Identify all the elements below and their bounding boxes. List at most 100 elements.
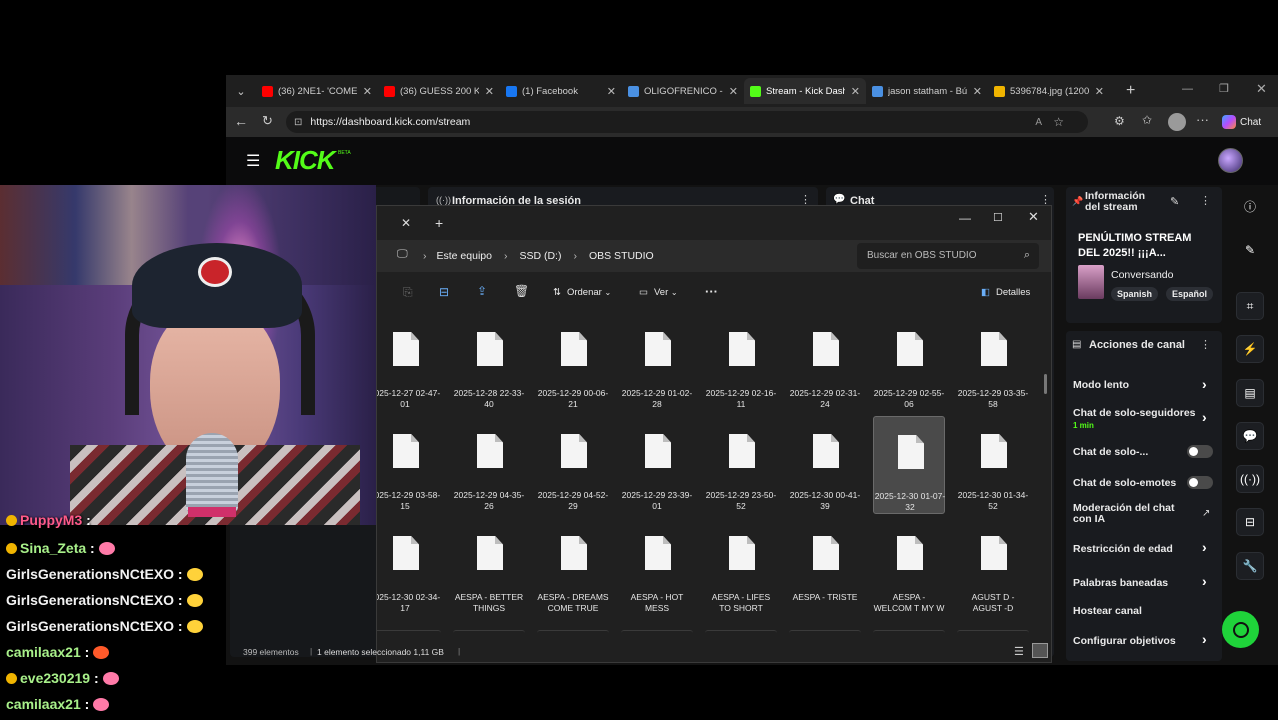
chat-username[interactable]: GirlsGenerationsNCtEXO xyxy=(6,618,174,634)
kick-logo[interactable]: KICK xyxy=(275,145,336,176)
file-item[interactable]: 2025-12-29 01-02-28 xyxy=(621,314,693,412)
back-icon[interactable]: ← xyxy=(234,113,248,129)
extensions-icon[interactable]: ⚙ xyxy=(1114,114,1125,128)
close-tab-icon[interactable]: ✕ xyxy=(973,85,982,98)
file-item[interactable]: 2025-12-29 23-50-52 xyxy=(705,416,777,514)
file-item[interactable] xyxy=(789,630,861,640)
chevron-right-icon[interactable]: › xyxy=(1202,573,1207,589)
browser-tab[interactable]: 5396784.jpg (1200 ✕ xyxy=(988,78,1110,104)
screenshot-icon[interactable]: ⌗ xyxy=(1236,292,1264,320)
reload-icon[interactable]: ↻ xyxy=(262,113,273,129)
minimize-button[interactable]: — xyxy=(1182,83,1193,95)
restore-button[interactable]: ❐ xyxy=(1219,82,1229,95)
hamburger-menu-icon[interactable]: ☰ xyxy=(246,151,260,171)
chat-username[interactable]: camilaax21 xyxy=(6,644,81,660)
subscribers-only-toggle[interactable] xyxy=(1187,445,1213,458)
breadcrumb-this-pc[interactable]: Este equipo xyxy=(437,250,492,262)
file-item[interactable]: 2025-12-27 02-47-01 xyxy=(377,314,441,412)
breadcrumb-obs-studio[interactable]: OBS STUDIO xyxy=(589,250,654,262)
support-chat-button[interactable] xyxy=(1222,611,1259,648)
chat-username[interactable]: PuppyM3 xyxy=(20,512,82,528)
explorer-close-button[interactable]: ✕ xyxy=(1028,209,1039,225)
more-options-button[interactable]: ··· xyxy=(705,284,718,299)
action-set-goals[interactable]: Configurar objetivos xyxy=(1073,635,1176,647)
action-age-restriction[interactable]: Restricción de edad xyxy=(1073,543,1173,555)
close-tab-icon[interactable]: ✕ xyxy=(1095,85,1104,98)
file-item[interactable]: AESPA - BETTER THINGS xyxy=(453,518,525,616)
explorer-search-box[interactable]: Buscar en OBS STUDIO ⌕ xyxy=(857,243,1039,269)
close-tab-icon[interactable]: ✕ xyxy=(363,85,372,98)
file-item[interactable]: 2025-12-29 04-35-26 xyxy=(453,416,525,514)
file-item[interactable] xyxy=(377,630,441,640)
favorite-star-icon[interactable]: ☆ xyxy=(1053,115,1064,129)
action-banned-words[interactable]: Palabras baneadas xyxy=(1073,577,1168,589)
category-name[interactable]: Conversando xyxy=(1111,269,1173,281)
file-item[interactable]: AESPA - DREAMS COME TRUE xyxy=(537,518,609,616)
close-tab-icon[interactable]: ✕ xyxy=(401,216,411,230)
site-info-icon[interactable]: ⊡ xyxy=(294,117,302,128)
add-tab-icon[interactable]: + xyxy=(435,215,443,231)
file-item[interactable] xyxy=(621,630,693,640)
file-item[interactable]: 2025-12-29 02-55-06 xyxy=(873,314,945,412)
action-ai-moderation[interactable]: Moderación del chat con IA xyxy=(1073,503,1189,525)
action-host-channel[interactable]: Hostear canal xyxy=(1073,605,1142,617)
file-item[interactable]: AESPA - HOT MESS xyxy=(621,518,693,616)
close-tab-icon[interactable]: ✕ xyxy=(729,85,738,98)
tab-list-chevron-icon[interactable]: ⌄ xyxy=(226,85,256,98)
file-item[interactable]: 2025-12-29 23-39-01 xyxy=(621,416,693,514)
file-item[interactable]: AESPA - TRISTE xyxy=(789,518,861,616)
file-item[interactable]: AESPA - LIFES TO SHORT xyxy=(705,518,777,616)
chat-username[interactable]: camilaax21 xyxy=(6,696,81,712)
new-tab-button[interactable]: + xyxy=(1126,82,1135,100)
browser-tab[interactable]: Stream - Kick Dash ✕ xyxy=(744,78,866,104)
chat-username[interactable]: eve230219 xyxy=(20,670,90,686)
chat-icon[interactable]: 💬 xyxy=(1236,422,1264,450)
file-item[interactable]: 2025-12-30 01-07-32 xyxy=(873,416,945,514)
user-avatar[interactable] xyxy=(1218,148,1243,173)
copilot-button[interactable]: Chat xyxy=(1222,112,1261,132)
tag-spanish[interactable]: Spanish xyxy=(1111,287,1159,301)
profile-avatar[interactable] xyxy=(1168,113,1186,131)
paste-icon[interactable]: ⎘ xyxy=(403,285,413,300)
browser-tab[interactable]: (1) Facebook ✕ xyxy=(500,78,622,104)
external-link-icon[interactable]: ↗ xyxy=(1202,508,1210,519)
details-button[interactable]: ◧ Detalles xyxy=(981,287,1030,298)
file-item[interactable]: 2025-12-29 02-16-11 xyxy=(705,314,777,412)
read-aloud-icon[interactable]: A xyxy=(1035,117,1042,128)
file-item[interactable]: 2025-12-29 00-06-21 xyxy=(537,314,609,412)
close-tab-icon[interactable]: ✕ xyxy=(485,85,494,98)
file-item[interactable]: 2025-12-29 03-58-15 xyxy=(377,416,441,514)
file-item[interactable]: 2025-12-29 04-52-29 xyxy=(537,416,609,514)
breadcrumb-ssd[interactable]: SSD (D:) xyxy=(519,250,561,262)
file-item[interactable] xyxy=(873,630,945,640)
close-tab-icon[interactable]: ✕ xyxy=(607,85,616,98)
info-icon[interactable]: ⓘ xyxy=(1236,192,1264,220)
emotes-only-toggle[interactable] xyxy=(1187,476,1213,489)
channel-actions-menu-icon[interactable]: ⋮ xyxy=(1200,338,1211,351)
file-item[interactable]: AESPA - WELCOM T MY W xyxy=(873,518,945,616)
sort-button[interactable]: ⇅ Ordenar ⌄ xyxy=(553,287,611,298)
file-item[interactable]: 2025-12-28 22-33-40 xyxy=(453,314,525,412)
action-followers-only[interactable]: Chat de solo-seguidores xyxy=(1073,407,1196,419)
favorites-icon[interactable]: ✩ xyxy=(1142,113,1152,127)
file-item[interactable]: 2025-12-29 03-35-58 xyxy=(957,314,1029,412)
browser-tab[interactable]: jason statham - Bú ✕ xyxy=(866,78,988,104)
close-tab-icon[interactable]: ✕ xyxy=(851,85,860,98)
chevron-right-icon[interactable]: › xyxy=(1202,631,1207,647)
tiles-view-icon[interactable] xyxy=(1032,643,1048,658)
layout-icon[interactable]: ⊟ xyxy=(1236,508,1264,536)
broadcast-icon[interactable]: ((·)) xyxy=(1236,465,1264,493)
share-icon[interactable]: ⇪ xyxy=(477,284,487,298)
notes-icon[interactable]: ▤ xyxy=(1236,379,1264,407)
explorer-scrollbar[interactable] xyxy=(1044,374,1047,394)
tag-espanol[interactable]: Español xyxy=(1166,287,1214,301)
chevron-right-icon[interactable]: › xyxy=(1202,539,1207,555)
file-item[interactable] xyxy=(705,630,777,640)
chat-username[interactable]: GirlsGenerationsNCtEXO xyxy=(6,592,174,608)
browser-tab[interactable]: (36) GUESS 200 KPO ✕ xyxy=(378,78,500,104)
chat-username[interactable]: Sina_Zeta xyxy=(20,540,86,556)
file-item[interactable]: 2025-12-30 02-34-17 xyxy=(377,518,441,616)
browser-tab[interactable]: OLIGOFRENICO - B ✕ xyxy=(622,78,744,104)
file-item[interactable]: 2025-12-30 01-34-52 xyxy=(957,416,1029,514)
explorer-maximize-button[interactable]: ☐ xyxy=(993,211,1003,224)
